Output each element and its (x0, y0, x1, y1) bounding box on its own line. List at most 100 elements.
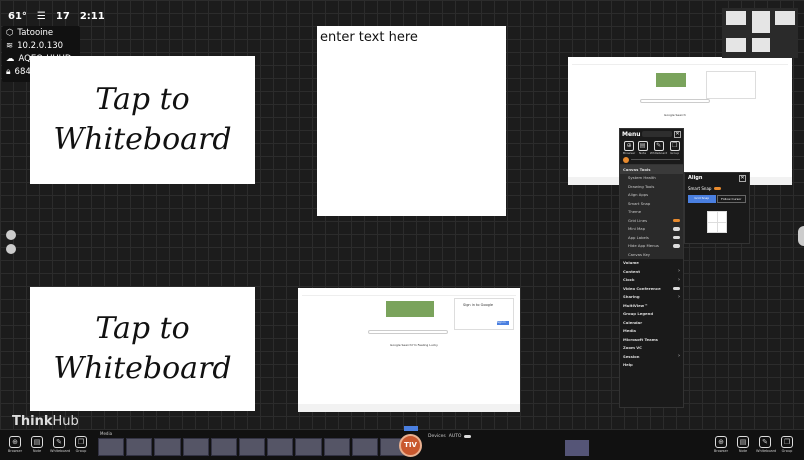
menu-note-icon[interactable]: ▤ Note (637, 141, 648, 155)
menu-items: Canvas Tools System Health Drawing Tools Al… (620, 165, 683, 369)
menu-whiteboard-icon[interactable]: ✎ Whiteboard (650, 141, 667, 155)
thinkhub-logo: ThinkHub (12, 414, 79, 429)
side-arrow-button[interactable] (6, 244, 16, 254)
menu-item-hide-app-menus[interactable]: Hide App Menus (620, 241, 683, 250)
group-icon: ❐ (75, 436, 87, 448)
close-icon[interactable]: ✕ (674, 130, 681, 138)
menu-item-group-legend[interactable]: Group Legend (620, 310, 683, 319)
grid-snap-button[interactable]: Grid Snap (688, 195, 716, 203)
launcher-whiteboard-button[interactable]: ✎ Whiteboard (756, 436, 776, 453)
tap-whiteboard-card-top[interactable]: Tap to Whiteboard (30, 56, 255, 184)
browser-toolbar (572, 60, 788, 65)
minimap-thumbnails[interactable] (722, 8, 798, 58)
follow-cursor-button[interactable]: Follow Cursor (716, 195, 746, 203)
google-search-button[interactable]: Google Search (664, 113, 686, 117)
signin-title: Sign in to Google (463, 303, 494, 307)
menu-item-microsoft-teams[interactable]: Microsoft Teams (620, 335, 683, 344)
menu-item-calendar[interactable]: Calendar (620, 318, 683, 327)
thumb[interactable] (726, 11, 746, 25)
media-thumbnail-strip[interactable] (98, 438, 407, 456)
menu-item-video-conference[interactable]: Video Conference (620, 284, 683, 293)
google-search-button[interactable]: Google Search (390, 343, 412, 347)
align-preview-grid[interactable] (707, 211, 727, 233)
toggle-switch[interactable] (673, 227, 680, 231)
media-thumb[interactable] (323, 438, 350, 456)
menu-item-align-apps[interactable]: Align Apps (620, 190, 683, 199)
launcher-browser-button[interactable]: ⊕ Browser (6, 436, 24, 453)
temperature: 61° (8, 10, 27, 22)
toggle-switch[interactable] (673, 235, 680, 239)
menu-item-grid-lines[interactable]: Grid Lines (620, 216, 683, 225)
menu-item-session[interactable]: Session › (620, 352, 683, 361)
media-thumb[interactable] (267, 438, 294, 456)
menu-item-app-labels[interactable]: App Labels (620, 233, 683, 242)
thumb[interactable] (775, 11, 795, 25)
device-thumbnail[interactable] (565, 440, 589, 456)
cube-icon: ⬡ (6, 28, 14, 38)
auto-toggle[interactable] (464, 434, 472, 439)
launcher-whiteboard-button[interactable]: ✎ Whiteboard (50, 436, 70, 453)
signin-button[interactable]: Sign in (497, 321, 509, 325)
toggle-switch[interactable] (673, 286, 680, 290)
chevron-right-icon: › (677, 293, 680, 300)
menu-item-media[interactable]: Media (620, 327, 683, 336)
launcher-group-button[interactable]: ❐ Group (72, 436, 90, 453)
menu-item-mini-map[interactable]: Mini Map (620, 224, 683, 233)
right-edge-handle[interactable] (798, 226, 804, 246)
media-thumb[interactable] (238, 438, 266, 456)
menu-item-theme[interactable]: Theme (620, 207, 683, 216)
note-text[interactable]: enter text here (320, 30, 418, 45)
page-indicator[interactable] (404, 426, 418, 431)
feeling-lucky-button[interactable]: I'm Feeling Lucky (412, 343, 438, 347)
menu-search-input[interactable] (642, 131, 673, 137)
cloud-icon: ☁ (6, 54, 15, 64)
signin-popup (706, 71, 756, 99)
media-thumb[interactable] (351, 438, 378, 456)
smart-snap-toggle[interactable] (714, 186, 722, 191)
menu-item-multiview[interactable]: MultiView™ (620, 301, 683, 310)
menu-group-icon[interactable]: ❐ Group (669, 141, 680, 155)
media-thumb[interactable] (210, 438, 237, 456)
thumb[interactable] (752, 11, 770, 33)
note-card[interactable]: enter text here (317, 26, 506, 216)
search-input[interactable] (368, 330, 448, 334)
menu-item-content[interactable]: Content › (620, 267, 683, 276)
menu-item-canvas-key[interactable]: Canvas Key (620, 250, 683, 259)
group-icon: ❐ (781, 436, 793, 448)
thumb[interactable] (752, 38, 770, 52)
slider-knob[interactable] (623, 156, 629, 163)
media-thumb[interactable] (182, 438, 209, 456)
main-menu-panel: Menu ✕ ⊕ Browser ▤ Note ✎ Whiteboard ❐ Group Ca… (619, 128, 684, 408)
menu-browser-icon[interactable]: ⊕ Browser (623, 141, 635, 155)
menu-item-canvas-tools[interactable]: Canvas Tools (620, 165, 683, 174)
launcher-note-button[interactable]: ▤ Note (28, 436, 46, 453)
browser-icon: ⊕ (9, 436, 21, 448)
menu-item-volume[interactable]: Volume (620, 259, 683, 268)
media-thumb[interactable] (154, 438, 181, 456)
menu-volume-slider[interactable] (620, 155, 683, 165)
menu-item-zoom-vc[interactable]: Zoom VC (620, 344, 683, 353)
thumb[interactable] (726, 38, 746, 52)
media-thumb[interactable] (98, 438, 125, 456)
search-input[interactable] (640, 99, 710, 103)
menu-lines-icon[interactable]: ☰ (37, 11, 46, 22)
launcher-note-button[interactable]: ▤ Note (734, 436, 752, 453)
menu-item-drawing-tools[interactable]: Drawing Tools (620, 182, 683, 191)
toggle-switch[interactable] (673, 218, 680, 222)
launcher-browser-button[interactable]: ⊕ Browser (712, 436, 730, 453)
media-thumb[interactable] (126, 438, 153, 456)
menu-item-clock[interactable]: Clock › (620, 276, 683, 285)
menu-item-system-health[interactable]: System Health (620, 173, 683, 182)
menu-item-sharing[interactable]: Sharing › (620, 293, 683, 302)
side-arrow-button[interactable] (6, 230, 16, 240)
browser-window-bottom[interactable]: Sign in to Google Sign in Google Search … (298, 288, 520, 412)
tap-whiteboard-card-bottom[interactable]: Tap to Whiteboard (30, 287, 255, 411)
toggle-switch[interactable] (673, 244, 680, 248)
whiteboard-icon: ✎ (759, 436, 771, 448)
media-thumb[interactable] (295, 438, 322, 456)
launcher-group-button[interactable]: ❐ Group (778, 436, 796, 453)
tiv-logo-button[interactable]: TIV (399, 434, 422, 457)
menu-item-help[interactable]: Help (620, 361, 683, 370)
close-icon[interactable]: ✕ (739, 175, 746, 182)
menu-item-smart-snap[interactable]: Smart Snap (620, 199, 683, 208)
